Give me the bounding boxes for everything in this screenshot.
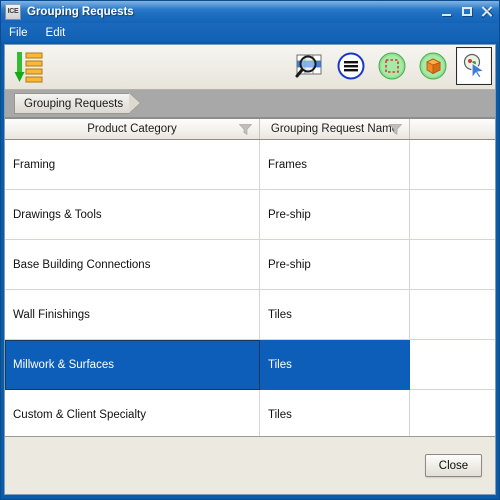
footer-panel: Close (5, 436, 495, 494)
column-header-label: Product Category (87, 123, 177, 135)
menu-item-file[interactable]: File (8, 26, 36, 40)
cell-product-category: Millwork & Surfaces (5, 340, 260, 390)
cell-product-category: Drawings & Tools (5, 190, 260, 239)
cell-product-category: Custom & Client Specialty (5, 390, 260, 436)
table-row[interactable]: Base Building Connections Pre-ship (5, 240, 495, 290)
menu-item-edit[interactable]: Edit (45, 26, 74, 40)
close-button[interactable]: Close (425, 454, 482, 477)
pick-cursor-button[interactable] (456, 47, 492, 85)
close-icon[interactable] (479, 4, 495, 19)
table-row[interactable]: Drawings & Tools Pre-ship (5, 190, 495, 240)
cell-grouping-request-name: Frames (260, 140, 410, 189)
table-row[interactable]: Custom & Client Specialty Tiles (5, 390, 495, 436)
pick-cursor-icon (463, 53, 486, 80)
find-in-grid-icon (295, 54, 322, 78)
cell-grouping-request-name: Tiles (260, 290, 410, 339)
object-cube-icon (419, 52, 447, 80)
select-region-button[interactable] (374, 47, 410, 85)
window-controls (439, 4, 495, 19)
breadcrumb-item-grouping-requests[interactable]: Grouping Requests (14, 93, 130, 114)
data-grid: Product Category Grouping Request Name F… (5, 118, 495, 436)
cell-grouping-request-name: Tiles (260, 340, 410, 390)
minimize-icon[interactable] (439, 4, 455, 19)
client-area: Grouping Requests Product Category Group… (4, 44, 496, 495)
cell-empty (410, 140, 495, 189)
toolbar (5, 45, 495, 90)
maximize-icon[interactable] (459, 4, 475, 19)
column-header-grouping-request-name[interactable]: Grouping Request Name (260, 119, 410, 139)
table-row[interactable]: Framing Frames (5, 140, 495, 190)
cell-empty (410, 390, 495, 436)
find-in-grid-button[interactable] (292, 47, 328, 85)
cell-grouping-request-name: Pre-ship (260, 240, 410, 289)
table-row-selected[interactable]: Millwork & Surfaces Tiles (5, 340, 495, 390)
filter-funnel-icon[interactable] (389, 124, 402, 135)
select-region-icon (378, 52, 406, 80)
menu-bar: File Edit (1, 23, 499, 42)
list-menu-icon (337, 52, 365, 80)
grid-body: Framing Frames Drawings & Tools Pre-ship… (5, 140, 495, 436)
toolbar-left-group (11, 48, 47, 86)
list-menu-button[interactable] (333, 47, 369, 85)
grid-header-row: Product Category Grouping Request Name (5, 119, 495, 140)
sort-group-icon (14, 52, 43, 83)
cell-product-category: Wall Finishings (5, 290, 260, 339)
application-window: ICE Grouping Requests File Edit Grouping… (0, 0, 500, 500)
sort-group-button[interactable] (11, 48, 47, 86)
breadcrumb-item-label: Grouping Requests (24, 97, 124, 110)
cell-product-category: Framing (5, 140, 260, 189)
column-header-empty[interactable] (410, 119, 495, 139)
toolbar-right-group (292, 47, 492, 85)
column-header-product-category[interactable]: Product Category (5, 119, 260, 139)
app-icon: ICE (5, 4, 21, 20)
cell-product-category: Base Building Connections (5, 240, 260, 289)
title-bar[interactable]: ICE Grouping Requests (1, 1, 499, 23)
column-header-label: Grouping Request Name (270, 123, 399, 135)
cell-grouping-request-name: Pre-ship (260, 190, 410, 239)
table-row[interactable]: Wall Finishings Tiles (5, 290, 495, 340)
cell-grouping-request-name: Tiles (260, 390, 410, 436)
cell-empty (410, 240, 495, 289)
cell-empty (410, 290, 495, 339)
filter-funnel-icon[interactable] (239, 124, 252, 135)
cell-empty (410, 190, 495, 239)
cell-empty (410, 340, 495, 390)
window-title: Grouping Requests (27, 6, 134, 18)
breadcrumb: Grouping Requests (5, 90, 495, 118)
object-cube-button[interactable] (415, 47, 451, 85)
